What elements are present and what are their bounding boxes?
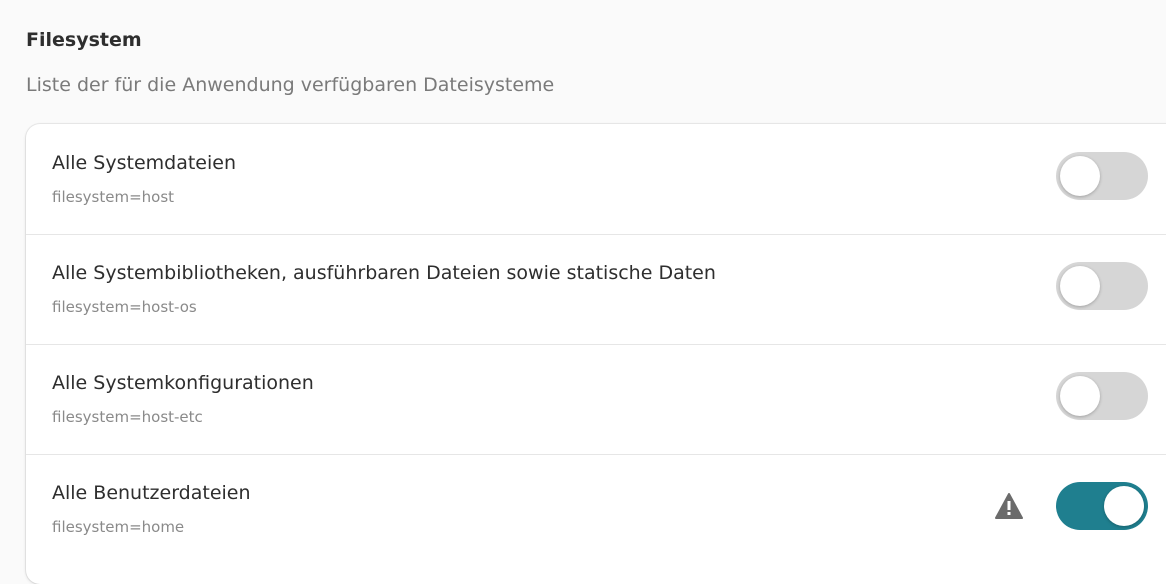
- switch-knob: [1060, 266, 1100, 306]
- host-etc-toggle-switch[interactable]: [1056, 372, 1148, 420]
- row-title: Alle Systemkonfigurationen: [52, 372, 314, 394]
- filesystem-row-host: Alle Systemdateien filesystem=host: [26, 124, 1166, 235]
- section-subtitle: Liste der für die Anwendung verfügbaren …: [26, 74, 555, 96]
- row-subtitle: filesystem=host-etc: [52, 408, 203, 426]
- row-title: Alle Systemdateien: [52, 152, 236, 174]
- host-toggle-switch[interactable]: [1056, 152, 1148, 200]
- row-title: Alle Benutzerdateien: [52, 482, 251, 504]
- filesystem-list: Alle Systemdateien filesystem=host Alle …: [26, 124, 1166, 584]
- filesystem-row-host-os: Alle Systembibliotheken, ausführbaren Da…: [26, 234, 1166, 345]
- row-title: Alle Systembibliotheken, ausführbaren Da…: [52, 262, 716, 284]
- home-toggle-switch[interactable]: [1056, 482, 1148, 530]
- row-subtitle: filesystem=home: [52, 518, 185, 536]
- switch-knob: [1060, 376, 1100, 416]
- filesystem-row-host-etc: Alle Systemkonfigurationen filesystem=ho…: [26, 344, 1166, 455]
- filesystem-row-home: Alle Benutzerdateien filesystem=home: [26, 454, 1166, 564]
- switch-knob: [1060, 156, 1100, 196]
- row-subtitle: filesystem=host: [52, 188, 175, 206]
- filesystem-section: Filesystem Liste der für die Anwendung v…: [0, 0, 1166, 584]
- row-subtitle: filesystem=host-os: [52, 298, 197, 316]
- switch-knob: [1104, 486, 1144, 526]
- section-title: Filesystem: [26, 29, 142, 51]
- host-os-toggle-switch[interactable]: [1056, 262, 1148, 310]
- warning-icon: [994, 492, 1024, 520]
